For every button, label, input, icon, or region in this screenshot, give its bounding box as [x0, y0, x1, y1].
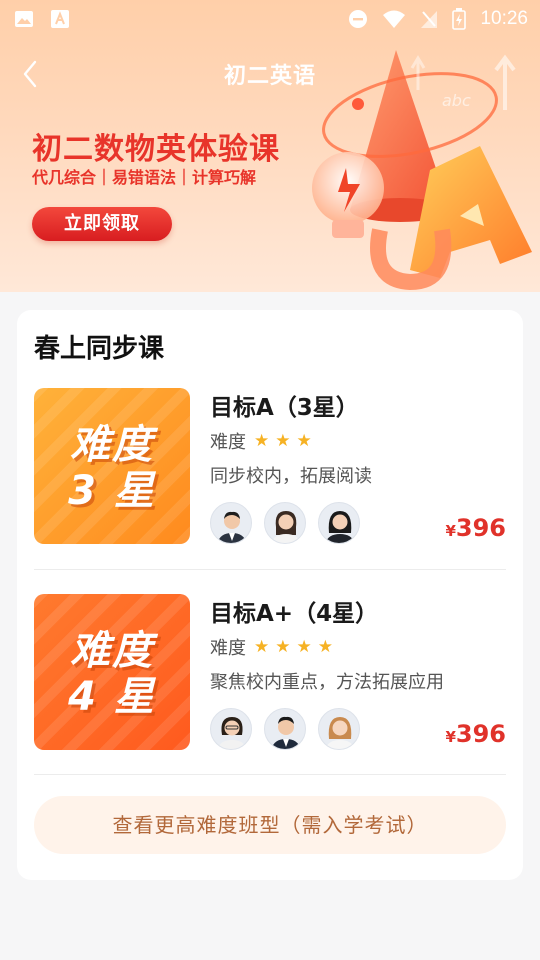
- teacher-avatars: [210, 502, 360, 544]
- star-icon: ★: [296, 430, 312, 451]
- teacher-avatar[interactable]: [318, 708, 360, 750]
- difficulty-label: 难度: [210, 432, 246, 453]
- difficulty-stars: ★ ★ ★: [254, 430, 312, 451]
- hero-banner[interactable]: 10:26 初二英语 初二数物英体验课 代几综合｜易错语法｜计算巧解 立即领取: [0, 0, 540, 292]
- teacher-avatar[interactable]: [318, 502, 360, 544]
- course-section-card: 春上同步课 难度 3 星 目标A（3星） 难度 ★ ★ ★ 同步校内，拓展阅读: [17, 310, 523, 880]
- course-difficulty: 难度 ★ ★ ★ ★: [210, 634, 333, 660]
- star-icon: ★: [254, 636, 270, 657]
- course-description: 同步校内，拓展阅读: [210, 466, 372, 487]
- course-item[interactable]: 难度 4 星 目标A+（4星） 难度 ★ ★ ★ ★ 聚焦校内重点，方法拓展应用: [34, 594, 506, 776]
- difficulty-label: 难度: [210, 638, 246, 659]
- thumb-line-2: 4 星: [68, 674, 156, 720]
- teacher-avatar[interactable]: [264, 502, 306, 544]
- star-icon: ★: [254, 430, 270, 451]
- hero-subtitle: 代几综合｜易错语法｜计算巧解: [32, 168, 257, 187]
- course-thumbnail: 难度 3 星: [34, 388, 190, 544]
- person-icon: [217, 717, 247, 749]
- divider: [34, 774, 506, 775]
- thumb-line-1: 难度: [70, 422, 154, 468]
- person-icon: [271, 511, 301, 543]
- person-icon: [325, 511, 355, 543]
- course-description: 聚焦校内重点，方法拓展应用: [210, 672, 444, 693]
- app-icon: [51, 10, 69, 28]
- course-item[interactable]: 难度 3 星 目标A（3星） 难度 ★ ★ ★ 同步校内，拓展阅读 ¥396: [34, 388, 506, 570]
- course-price: ¥396: [445, 720, 506, 748]
- thumb-line-1: 难度: [70, 628, 154, 674]
- teacher-avatar[interactable]: [210, 708, 252, 750]
- claim-button[interactable]: 立即领取: [32, 207, 172, 241]
- teacher-avatar[interactable]: [210, 502, 252, 544]
- image-icon: [15, 11, 33, 27]
- more-classes-button[interactable]: 查看更高难度班型（需入学考试）: [34, 796, 506, 854]
- course-price: ¥396: [445, 514, 506, 542]
- hero-illustration: abc: [312, 50, 532, 291]
- star-icon: ★: [275, 636, 291, 657]
- hero-heading: 初二数物英体验课: [32, 132, 280, 167]
- person-icon: [325, 717, 355, 749]
- course-title: 目标A（3星）: [210, 395, 359, 421]
- course-title: 目标A+（4星）: [210, 601, 379, 627]
- thumb-line-2: 3 星: [68, 468, 156, 514]
- divider: [34, 569, 506, 570]
- teacher-avatar[interactable]: [264, 708, 306, 750]
- course-difficulty: 难度 ★ ★ ★: [210, 428, 312, 454]
- section-title: 春上同步课: [34, 334, 165, 364]
- teacher-avatars: [210, 708, 360, 750]
- svg-text:abc: abc: [442, 91, 471, 110]
- course-thumbnail: 难度 4 星: [34, 594, 190, 750]
- star-icon: ★: [275, 430, 291, 451]
- person-icon: [271, 716, 301, 749]
- difficulty-stars: ★ ★ ★ ★: [254, 636, 333, 657]
- person-icon: [217, 511, 247, 543]
- star-icon: ★: [296, 636, 312, 657]
- star-icon: ★: [317, 636, 333, 657]
